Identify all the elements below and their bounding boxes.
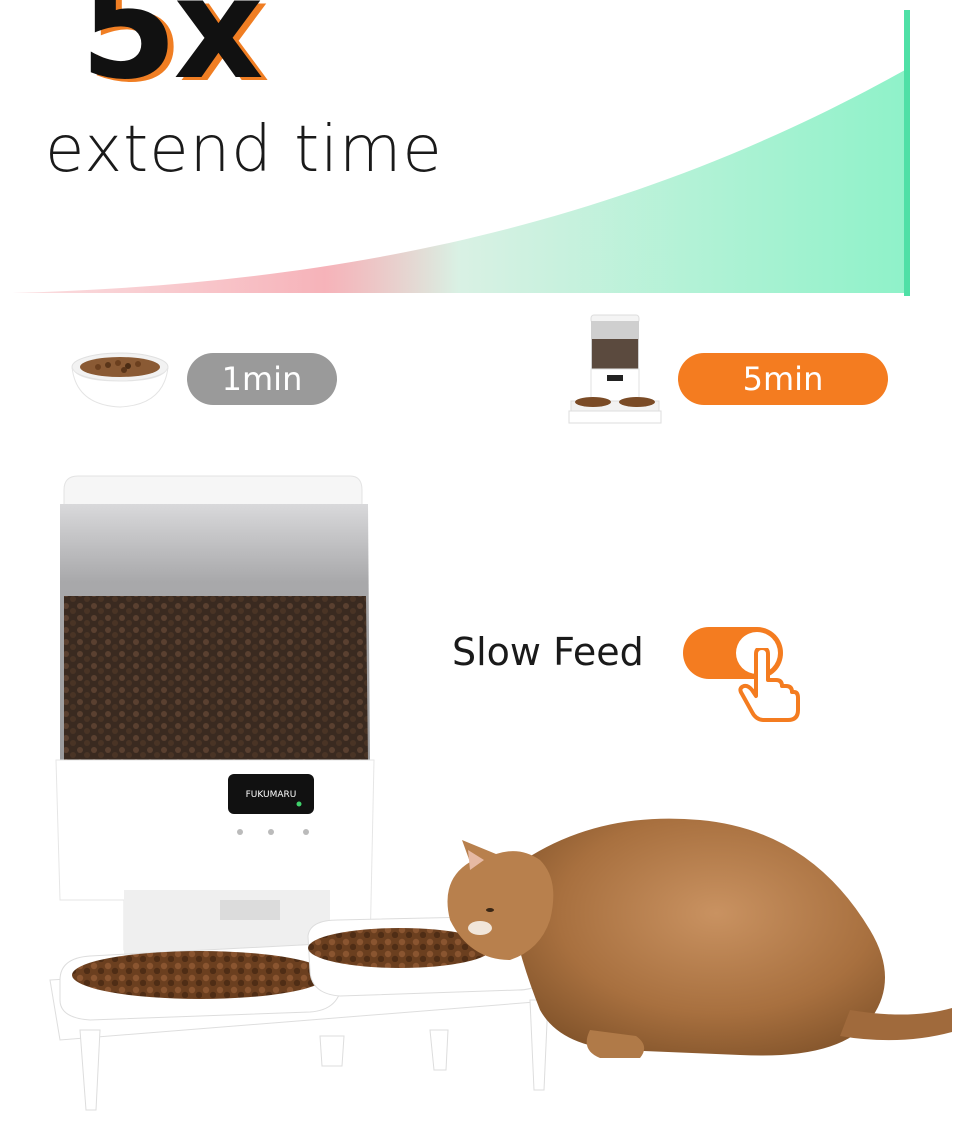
multiplier-heading: 5x bbox=[80, 0, 264, 111]
pointer-hand-icon bbox=[738, 648, 800, 722]
cat-eating-image bbox=[447, 818, 952, 1058]
display-brand: FUKUMARU bbox=[246, 790, 297, 800]
feeder-time-pill: 5min bbox=[678, 353, 888, 405]
food-bowl-icon bbox=[71, 352, 169, 408]
subtitle-extend-time: extend time bbox=[45, 113, 443, 187]
feeder-thumbnail-icon bbox=[568, 314, 662, 424]
bowl-time-pill: 1min bbox=[187, 353, 337, 405]
